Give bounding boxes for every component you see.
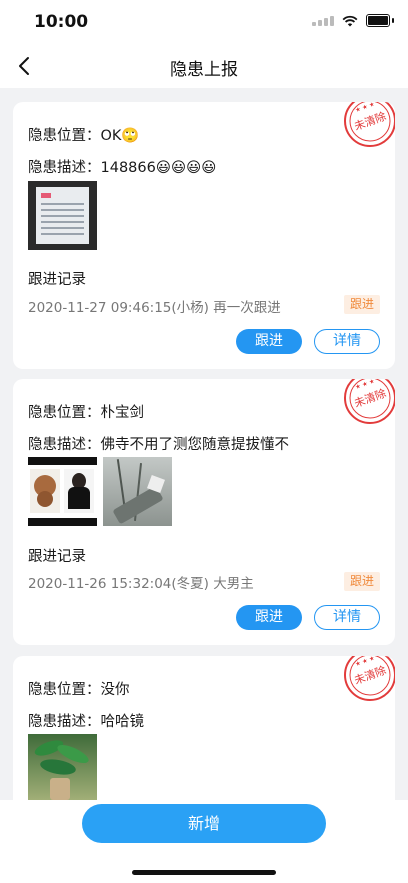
uncleared-stamp: 未清除 ★ ★ ★ [344,379,395,424]
follow-tag: 跟进 [343,295,380,314]
status-icons [312,14,394,27]
description-label: 隐患描述： [28,714,101,730]
description-value: 148866😃😃😃😃 [100,160,217,176]
photo-thumbs [28,457,172,526]
uncleared-stamp: 未清除 ★ ★ ★ [344,656,395,701]
nav-bar: 隐患上报 [0,44,408,88]
record-text: 2020-11-27 09:46:15(小杨) 再一次跟进 [28,300,281,316]
detail-button[interactable]: 详情 [314,605,380,630]
status-bar: 10:00 [0,0,408,44]
description-value: 哈哈镜 [100,714,145,730]
photo-thumbnail[interactable] [28,181,97,250]
hazard-card[interactable]: 未清除 ★ ★ ★ 隐患位置：朴宝剑 隐患描述：佛寺不用了测您随意提拔懂不 跟进… [13,379,395,645]
detail-button[interactable]: 详情 [314,329,380,354]
hazard-card[interactable]: 未清除 ★ ★ ★ 隐患位置：没你 隐患描述：哈哈镜 [13,656,395,800]
record-text: 2020-11-26 15:32:04(冬夏) 大男主 [28,576,254,592]
photo-thumbnail[interactable] [103,457,172,526]
location-value: OK🙄 [100,128,140,144]
uncleared-stamp: 未清除 ★ ★ ★ [344,102,395,147]
svg-text:★ ★ ★: ★ ★ ★ [354,102,375,114]
description-row: 隐患描述：哈哈镜 [28,710,144,731]
description-row: 隐患描述：佛寺不用了测您随意提拔懂不 [28,433,289,454]
location-label: 隐患位置： [28,128,101,144]
wifi-icon [342,15,358,26]
record-label: 跟进记录 [28,549,86,565]
bottom-bar: 新增 [0,800,408,883]
photo-thumbs [28,734,97,800]
home-indicator [132,870,276,875]
location-value: 朴宝剑 [100,405,145,421]
location-value: 没你 [100,682,130,698]
follow-button[interactable]: 跟进 [236,329,302,354]
description-value: 佛寺不用了测您随意提拔懂不 [100,437,290,453]
add-button[interactable]: 新增 [82,804,326,843]
location-row: 隐患位置：没你 [28,678,130,699]
description-label: 隐患描述： [28,160,101,176]
photo-thumbs [28,181,97,250]
battery-icon [366,14,390,27]
location-row: 隐患位置：OK🙄 [28,124,139,145]
location-row: 隐患位置：朴宝剑 [28,401,144,422]
battery-cap [392,18,394,23]
description-row: 隐患描述：148866😃😃😃😃 [28,156,216,177]
svg-text:★ ★ ★: ★ ★ ★ [354,379,375,391]
signal-icon [312,15,334,26]
hazard-list: 未清除 ★ ★ ★ 隐患位置：OK🙄 隐患描述：148866😃😃😃😃 跟进记录 … [0,88,408,800]
photo-thumbnail[interactable] [28,734,97,800]
svg-text:★ ★ ★: ★ ★ ★ [354,656,375,668]
hazard-card[interactable]: 未清除 ★ ★ ★ 隐患位置：OK🙄 隐患描述：148866😃😃😃😃 跟进记录 … [13,102,395,369]
follow-tag: 跟进 [343,572,380,591]
record-label: 跟进记录 [28,272,86,288]
location-label: 隐患位置： [28,682,101,698]
description-label: 隐患描述： [28,437,101,453]
page-title: 隐患上报 [170,60,238,80]
location-label: 隐患位置： [28,405,101,421]
photo-thumbnail[interactable] [28,457,97,526]
status-time: 10:00 [34,12,89,32]
follow-button[interactable]: 跟进 [236,605,302,630]
